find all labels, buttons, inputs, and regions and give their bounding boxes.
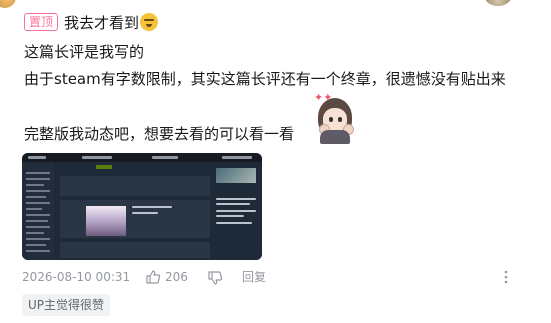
comment-line-3: 由于steam有字数限制，其实这篇长评还有一个终章，很遗憾没有贴出来 <box>24 70 506 88</box>
comment-text-1: 我去才看到 <box>64 14 140 32</box>
comment-timestamp: 2026-08-10 00:31 <box>22 270 131 284</box>
thumbs-up-icon[interactable] <box>145 269 161 285</box>
user-avatar[interactable] <box>0 0 16 8</box>
comment-meta: 2026-08-10 00:31 206 回复 <box>22 268 532 286</box>
thumbs-down-icon[interactable] <box>207 270 223 286</box>
more-options-icon[interactable] <box>498 269 514 285</box>
like-count: 206 <box>165 270 188 284</box>
previous-comment-header <box>0 0 551 8</box>
angry-anime-girl-sticker-icon: ✦✦ <box>312 92 354 144</box>
up-liked-badge: UP主觉得很赞 <box>22 294 111 316</box>
decorative-avatar-pendant <box>485 0 511 6</box>
steam-review-screenshot-image[interactable] <box>22 153 262 260</box>
pinned-badge: 置顶 <box>24 13 59 31</box>
comment-line-2: 这篇长评是我写的 <box>24 43 145 61</box>
username-fragment <box>22 0 132 2</box>
reply-button[interactable]: 回复 <box>242 268 266 286</box>
laughing-emoji-icon <box>140 13 159 31</box>
comment-line-4: 完整版我动态吧，想要去看的可以看一看 <box>24 125 295 143</box>
comment-line-1: 置顶 我去才看到 <box>24 12 159 34</box>
